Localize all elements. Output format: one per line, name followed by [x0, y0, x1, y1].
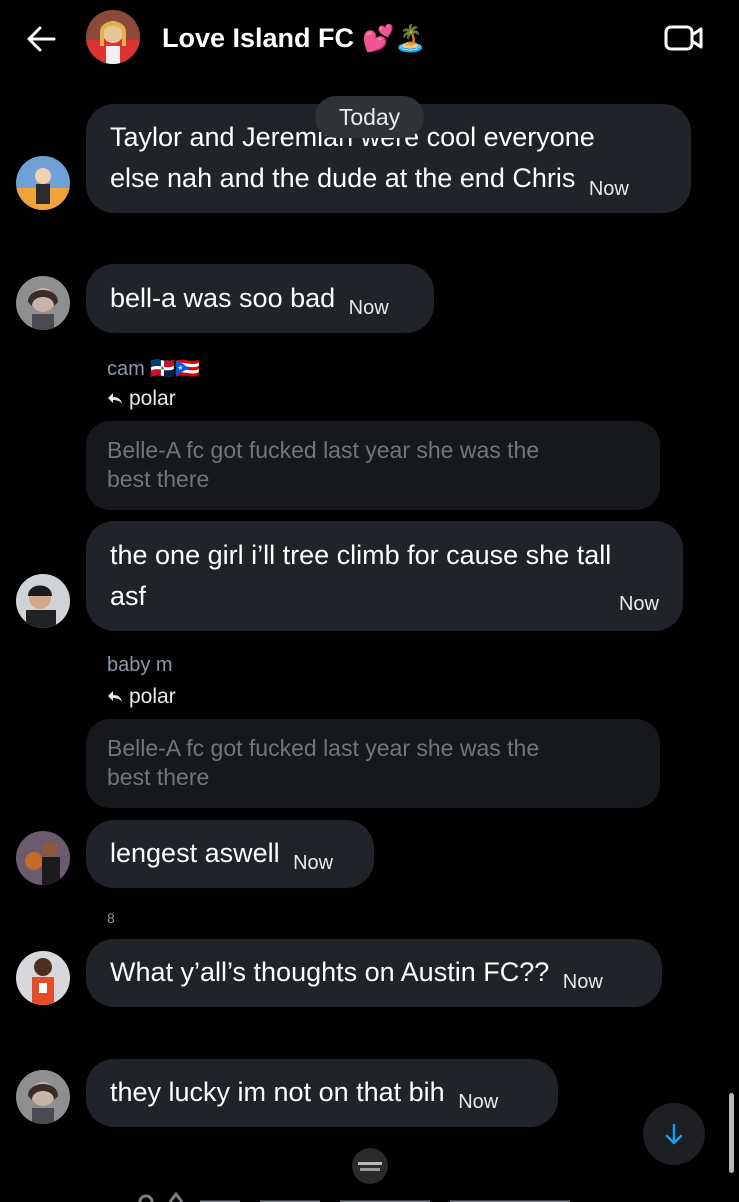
chat-title[interactable]: Love Island FC 💕🏝️: [162, 18, 427, 58]
message-bubble[interactable]: lengest aswell Now: [86, 820, 374, 888]
message-text-line: asf: [110, 581, 147, 611]
message-bubble[interactable]: they lucky im not on that bih Now: [86, 1059, 558, 1127]
message-bubble[interactable]: What y’all’s thoughts on Austin FC?? Now: [86, 939, 662, 1007]
avatar: [352, 1148, 388, 1184]
message-text: What y’all’s thoughts on Austin FC??: [110, 957, 550, 987]
avatar[interactable]: [16, 951, 70, 1005]
message-text: lengest aswell: [110, 838, 280, 868]
reply-indicator: polar: [107, 685, 176, 709]
sender-name: 8: [107, 910, 115, 926]
avatar[interactable]: [16, 831, 70, 885]
chat-title-emoji: 💕🏝️: [362, 22, 427, 53]
chat-header: Love Island FC 💕🏝️: [0, 0, 739, 78]
scroll-to-bottom-button[interactable]: [643, 1103, 705, 1165]
message-time: Now: [562, 971, 603, 993]
message-time: Now: [618, 593, 659, 615]
reply-icon: [108, 393, 122, 404]
quote-text-line: Belle-A fc got fucked last year she was …: [107, 437, 540, 463]
message-bubble[interactable]: the one girl i’ll tree climb for cause s…: [86, 521, 683, 631]
avatar[interactable]: [16, 1070, 70, 1124]
arrow-down-icon: [665, 1123, 683, 1145]
sender-name: cam 🇩🇴🇵🇷: [107, 358, 201, 380]
truncated-system-message: [138, 1191, 570, 1202]
message-time: Now: [293, 852, 334, 874]
reply-indicator: polar: [107, 387, 176, 411]
message-text: they lucky im not on that bih: [110, 1077, 445, 1107]
avatar[interactable]: [16, 276, 70, 330]
quoted-message[interactable]: Belle-A fc got fucked last year she was …: [86, 421, 660, 510]
quote-text-line: Belle-A fc got fucked last year she was …: [107, 735, 540, 761]
video-call-icon[interactable]: [664, 22, 704, 54]
avatar[interactable]: [16, 156, 70, 210]
reply-to-name: polar: [129, 387, 176, 410]
group-avatar[interactable]: [86, 10, 140, 64]
chat-title-text: Love Island FC: [162, 22, 355, 53]
message-bubble[interactable]: bell-a was soo bad Now: [86, 264, 434, 333]
date-divider: Today: [315, 96, 424, 138]
avatar[interactable]: [16, 574, 70, 628]
sender-name: baby m: [107, 654, 173, 676]
back-arrow-icon[interactable]: [24, 22, 58, 56]
message-time: Now: [458, 1091, 499, 1113]
quote-text-line: best there: [107, 466, 210, 492]
quoted-message[interactable]: Belle-A fc got fucked last year she was …: [86, 719, 660, 808]
message-text-line: the one girl i’ll tree climb for cause s…: [110, 540, 612, 570]
reply-to-name: polar: [129, 685, 176, 708]
message-text-line: else nah and the dude at the end Chris: [110, 163, 576, 193]
scrollbar[interactable]: [729, 1093, 734, 1173]
message-time: Now: [588, 178, 629, 200]
reply-icon: [108, 691, 122, 702]
quote-text-line: best there: [107, 764, 210, 790]
message-time: Now: [348, 297, 389, 319]
message-text: bell-a was soo bad: [110, 283, 336, 313]
